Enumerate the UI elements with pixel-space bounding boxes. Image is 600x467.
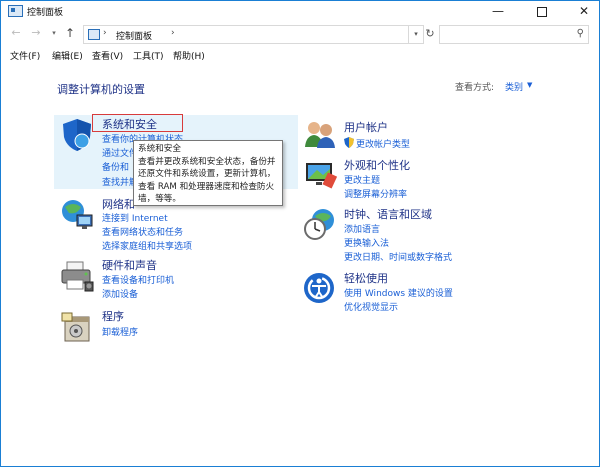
view-by-label: 查看方式: <box>455 83 495 93</box>
breadcrumb-separator[interactable]: › <box>171 28 175 38</box>
tooltip-line: 查看并更改系统和安全状态，备份并 <box>138 156 276 167</box>
breadcrumb-separator[interactable]: › <box>103 28 107 38</box>
back-arrow-icon[interactable]: ← <box>9 26 23 40</box>
link-change-input-method[interactable]: 更换输入法 <box>344 236 389 249</box>
view-by-dropdown[interactable]: 类别 <box>505 80 523 93</box>
breadcrumb-control-panel[interactable]: 控制面板 <box>116 29 152 42</box>
printer-icon <box>61 261 94 292</box>
link-add-language[interactable]: 添加语言 <box>344 222 380 235</box>
category-title-ease-of-access[interactable]: 轻松使用 <box>344 270 388 286</box>
category-title-appearance[interactable]: 外观和个性化 <box>344 157 410 173</box>
category-title-clock-language-region[interactable]: 时钟、语言和区域 <box>344 206 432 222</box>
maximize-icon <box>537 6 547 17</box>
link-system-security-3[interactable]: 备份和 <box>102 160 129 173</box>
link-screen-resolution[interactable]: 调整屏幕分辨率 <box>344 187 407 200</box>
category-title-network[interactable]: 网络和 <box>102 196 135 212</box>
link-devices-printers[interactable]: 查看设备和打印机 <box>102 273 174 286</box>
uac-shield-icon <box>344 137 354 148</box>
search-input[interactable]: ⚲ <box>439 25 589 44</box>
content-area: 调整计算机的设置 查看方式: 类别 ▼ 系统和安全 查看你的计算机状态 通过文件… <box>1 65 599 466</box>
link-date-time-format[interactable]: 更改日期、时间或数字格式 <box>344 250 452 263</box>
category-title-hardware-sound[interactable]: 硬件和声音 <box>102 257 157 273</box>
category-title-user-accounts[interactable]: 用户帐户 <box>344 119 388 135</box>
ease-of-access-icon <box>304 273 334 303</box>
control-panel-window: 控制面板 — ✕ ← → ▾ ↑ › 控制面板 › ▾ ↻ ⚲ 文件(F) 编辑… <box>0 0 600 467</box>
up-arrow-icon[interactable]: ↑ <box>63 26 77 40</box>
window-title: 控制面板 <box>27 8 64 18</box>
category-title-programs[interactable]: 程序 <box>102 308 124 324</box>
minimize-button[interactable]: — <box>483 1 513 21</box>
menu-file[interactable]: 文件(F) <box>10 49 40 62</box>
menu-tools[interactable]: 工具(T) <box>133 49 164 62</box>
address-bar[interactable]: › 控制面板 › <box>83 25 409 44</box>
link-change-account-type[interactable]: 更改帐户类型 <box>356 137 410 150</box>
search-icon: ⚲ <box>576 28 584 39</box>
tooltip-title: 系统和安全 <box>138 144 181 154</box>
page-title: 调整计算机的设置 <box>57 83 145 96</box>
shield-icon <box>63 119 91 151</box>
forward-arrow-icon[interactable]: → <box>29 26 43 40</box>
link-change-theme[interactable]: 更改主题 <box>344 173 380 186</box>
link-connect-internet[interactable]: 连接到 Internet <box>102 211 168 224</box>
tooltip-system-security: 系统和安全 查看并更改系统和安全状态，备份并 还原文件和系统设置，更新计算机， … <box>133 140 283 206</box>
clock-globe-icon <box>304 209 334 240</box>
title-bar: 控制面板 — ✕ <box>1 1 599 21</box>
users-icon <box>305 122 335 148</box>
menu-help[interactable]: 帮助(H) <box>173 49 205 62</box>
close-button[interactable]: ✕ <box>569 1 599 21</box>
focus-rectangle <box>92 114 183 132</box>
link-uninstall-program[interactable]: 卸载程序 <box>102 325 138 338</box>
tooltip-line: 还原文件和系统设置，更新计算机， <box>138 169 276 179</box>
link-add-device[interactable]: 添加设备 <box>102 287 138 300</box>
tooltip-line: 查看 RAM 和处理器速度和检查防火 <box>138 181 275 192</box>
recent-locations-chevron-icon[interactable]: ▾ <box>47 26 61 40</box>
address-dropdown-chevron-icon[interactable]: ▾ <box>409 25 424 44</box>
chevron-down-icon[interactable]: ▼ <box>527 81 532 89</box>
network-icon <box>62 200 93 229</box>
navigation-bar: ← → ▾ ↑ › 控制面板 › ▾ ↻ ⚲ <box>1 23 599 45</box>
refresh-icon[interactable]: ↻ <box>423 27 437 41</box>
control-panel-icon <box>8 5 23 17</box>
link-windows-recommended-settings[interactable]: 使用 Windows 建议的设置 <box>344 286 453 299</box>
link-homegroup-sharing[interactable]: 选择家庭组和共享选项 <box>102 239 192 252</box>
programs-icon <box>61 312 90 342</box>
menu-bar: 文件(F) 编辑(E) 查看(V) 工具(T) 帮助(H) <box>1 47 599 63</box>
menu-edit[interactable]: 编辑(E) <box>52 49 83 62</box>
control-panel-icon <box>88 29 100 40</box>
menu-view[interactable]: 查看(V) <box>92 49 123 62</box>
appearance-icon <box>306 163 337 189</box>
link-network-status[interactable]: 查看网络状态和任务 <box>102 225 183 238</box>
tooltip-line: 墙，等等。 <box>138 194 181 204</box>
link-optimize-visual-display[interactable]: 优化视觉显示 <box>344 300 398 313</box>
maximize-button[interactable] <box>527 1 557 21</box>
